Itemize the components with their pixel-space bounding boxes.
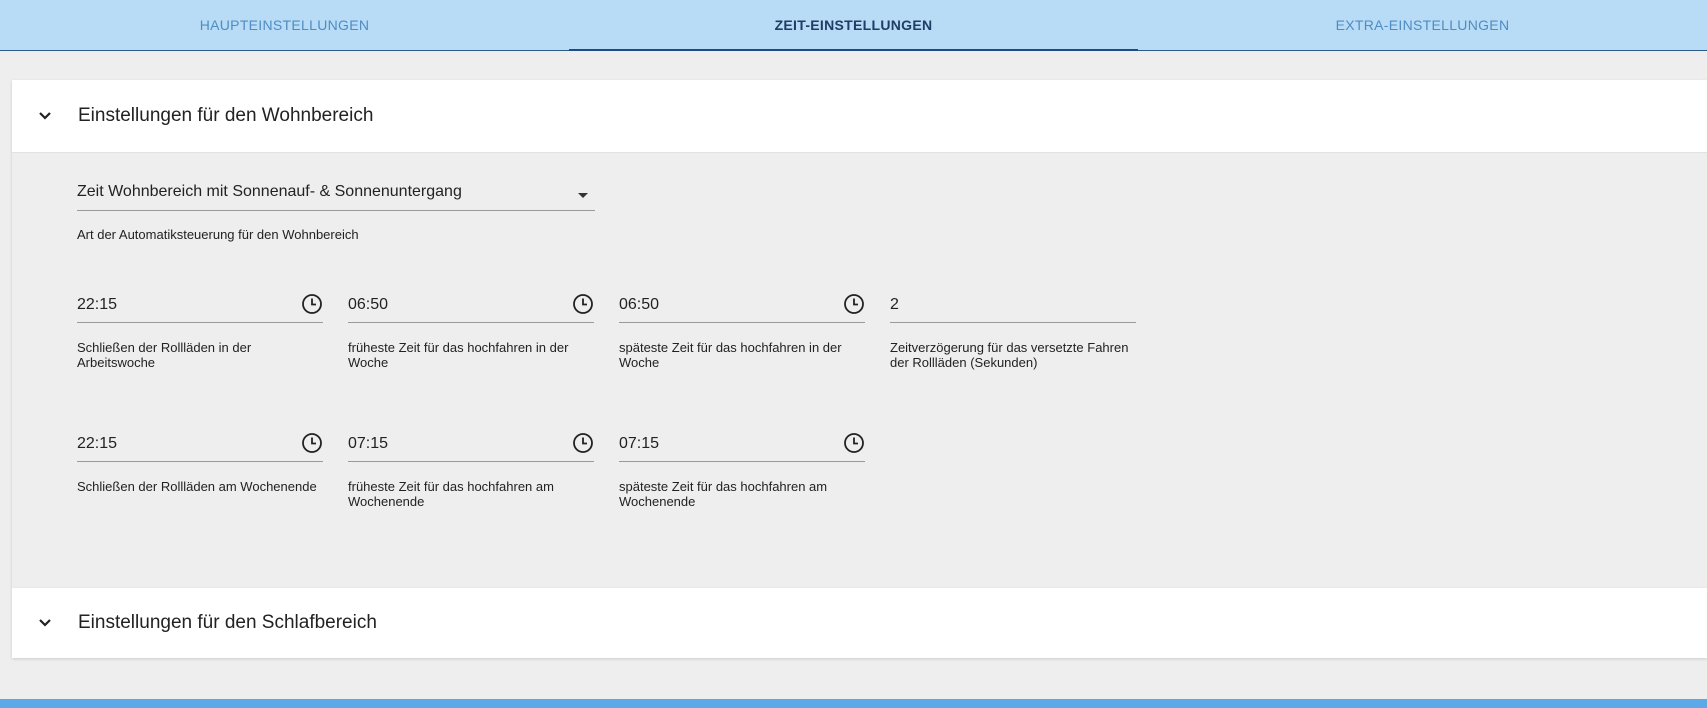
week-earliest-time-field[interactable]: 06:50 [348, 283, 594, 323]
weekend-latest-time-field[interactable]: 07:15 [619, 422, 865, 462]
week-latest-time-field[interactable]: 06:50 [619, 283, 865, 323]
panel-schlafbereich-title: Einstellungen für den Schlafbereich [78, 612, 377, 633]
clock-icon[interactable] [301, 432, 323, 454]
weekend-earliest-time-value: 07:15 [348, 435, 389, 452]
week-latest-time-value: 06:50 [619, 296, 660, 313]
week-close-time-value: 22:15 [77, 296, 118, 313]
delay-seconds-value: 2 [890, 296, 899, 313]
clock-icon[interactable] [572, 432, 594, 454]
panel-wohnbereich: Einstellungen für den Wohnbereich Zeit W… [12, 80, 1707, 588]
weekend-close-time-field[interactable]: 22:15 [77, 422, 323, 462]
week-close-time-field[interactable]: 22:15 [77, 283, 323, 323]
clock-icon[interactable] [301, 293, 323, 315]
tab-bar: HAUPTEINSTELLUNGEN ZEIT-EINSTELLUNGEN EX… [0, 0, 1707, 51]
tab-haupteinstellungen[interactable]: HAUPTEINSTELLUNGEN [0, 0, 569, 50]
weekend-close-time-value: 22:15 [77, 435, 118, 452]
week-latest-time-label: späteste Zeit für das hochfahren in der … [619, 340, 842, 370]
weekend-latest-time-value: 07:15 [619, 435, 660, 452]
automation-mode-value: Zeit Wohnbereich mit Sonnenauf- & Sonnen… [77, 183, 462, 200]
tab-zeit-einstellungen[interactable]: ZEIT-EINSTELLUNGEN [569, 0, 1138, 51]
clock-icon[interactable] [843, 293, 865, 315]
automation-mode-select[interactable]: Zeit Wohnbereich mit Sonnenauf- & Sonnen… [77, 171, 595, 211]
delay-seconds-field[interactable]: 2 [890, 283, 1136, 323]
panel-schlafbereich: Einstellungen für den Schlafbereich [12, 588, 1707, 658]
week-close-time-label: Schließen der Rollläden in der Arbeitswo… [77, 340, 252, 370]
clock-icon[interactable] [572, 293, 594, 315]
panel-wohnbereich-body: Zeit Wohnbereich mit Sonnenauf- & Sonnen… [12, 152, 1707, 588]
clock-icon[interactable] [843, 432, 865, 454]
panel-wohnbereich-title: Einstellungen für den Wohnbereich [78, 105, 374, 126]
weekend-close-time-label: Schließen der Rollläden am Wochenende [77, 479, 317, 494]
weekend-earliest-time-label: früheste Zeit für das hochfahren am Woch… [348, 479, 554, 509]
chevron-down-icon[interactable] [34, 612, 56, 634]
weekend-latest-time-label: späteste Zeit für das hochfahren am Woch… [619, 479, 828, 509]
delay-seconds-label: Zeitverzögerung für das versetzte Fahren… [890, 340, 1129, 370]
weekend-earliest-time-field[interactable]: 07:15 [348, 422, 594, 462]
tab-extra-einstellungen[interactable]: EXTRA-EINSTELLUNGEN [1138, 0, 1707, 50]
automation-mode-helper: Art der Automatiksteuerung für den Wohnb… [77, 227, 359, 242]
week-earliest-time-label: früheste Zeit für das hochfahren in der … [348, 340, 569, 370]
panel-wohnbereich-header[interactable]: Einstellungen für den Wohnbereich [12, 80, 1707, 152]
dropdown-arrow-icon[interactable] [578, 193, 588, 198]
footer-bar [0, 699, 1707, 708]
chevron-down-icon[interactable] [34, 105, 56, 127]
week-earliest-time-value: 06:50 [348, 296, 389, 313]
panel-schlafbereich-header[interactable]: Einstellungen für den Schlafbereich [12, 588, 1707, 658]
